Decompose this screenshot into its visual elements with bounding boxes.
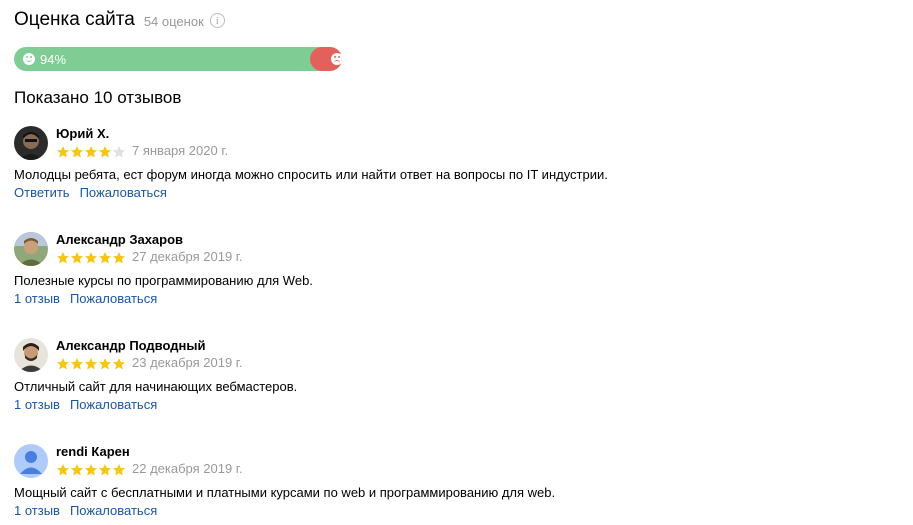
star-filled-icon (57, 146, 69, 158)
star-filled-icon (113, 358, 125, 370)
review-text: Молодцы ребята, ест форум иногда можно с… (14, 167, 608, 182)
star-filled-icon (85, 146, 97, 158)
avatar[interactable] (14, 444, 48, 478)
smile-icon (23, 53, 35, 65)
star-filled-icon (71, 252, 83, 264)
star-filled-icon (99, 146, 111, 158)
review-actions: 1 отзыв Пожаловаться (14, 503, 167, 518)
star-filled-icon (99, 358, 111, 370)
star-filled-icon (57, 464, 69, 476)
review-text: Мощный сайт с бесплатными и платными кур… (14, 485, 556, 500)
star-rating (56, 463, 126, 477)
review-text: Полезные курсы по программированию для W… (14, 273, 313, 288)
star-filled-icon (113, 252, 125, 264)
ratings-count: 54 оценок (143, 14, 204, 29)
reviews-count-link[interactable]: 1 отзыв (14, 291, 60, 306)
star-filled-icon (71, 464, 83, 476)
reviews-count-link[interactable]: 1 отзыв (14, 397, 60, 412)
avatar[interactable] (14, 232, 48, 266)
report-link[interactable]: Пожаловаться (70, 397, 157, 412)
reviewer-name[interactable]: Юрий Х. (56, 126, 109, 141)
star-filled-icon (57, 252, 69, 264)
info-icon[interactable]: i (209, 13, 225, 28)
avatar[interactable] (14, 126, 48, 160)
review-text: Отличный сайт для начинающих вебмастеров… (14, 379, 298, 394)
star-rating (56, 145, 126, 159)
rating-bar: 94% 6% (14, 47, 342, 71)
star-filled-icon (85, 252, 97, 264)
review-date: 23 декабря 2019 г. (132, 355, 243, 370)
negative-bar: 6% (310, 47, 342, 71)
review-actions: Ответить Пожаловаться (14, 185, 177, 200)
report-link[interactable]: Пожаловаться (70, 503, 157, 518)
sad-icon (331, 53, 342, 65)
star-filled-icon (57, 358, 69, 370)
star-filled-icon (113, 464, 125, 476)
positive-bar: 94% (14, 47, 322, 71)
reviewer-name[interactable]: Александр Подводный (56, 338, 205, 353)
star-empty-icon (113, 146, 125, 158)
report-link[interactable]: Пожаловаться (70, 291, 157, 306)
reviewer-name[interactable]: Александр Захаров (56, 232, 183, 247)
star-filled-icon (85, 464, 97, 476)
avatar[interactable] (14, 338, 48, 372)
report-link[interactable]: Пожаловаться (80, 185, 167, 200)
review-date: 7 января 2020 г. (132, 143, 229, 158)
review-actions: 1 отзыв Пожаловаться (14, 291, 167, 306)
reviewer-name[interactable]: rendi Карен (56, 444, 130, 459)
review-date: 27 декабря 2019 г. (132, 249, 243, 264)
star-filled-icon (71, 146, 83, 158)
star-filled-icon (99, 252, 111, 264)
review-actions: 1 отзыв Пожаловаться (14, 397, 167, 412)
reviews-shown-heading: Показано 10 отзывов (14, 88, 182, 107)
review-date: 22 декабря 2019 г. (132, 461, 243, 476)
star-filled-icon (99, 464, 111, 476)
reviews-count-link[interactable]: 1 отзыв (14, 503, 60, 518)
star-rating (56, 357, 126, 371)
page-title: Оценка сайта (14, 9, 135, 30)
star-filled-icon (85, 358, 97, 370)
rating-header: Оценка сайта 54 оценок i (14, 8, 225, 32)
star-rating (56, 251, 126, 265)
star-filled-icon (71, 358, 83, 370)
positive-percent: 94% (40, 51, 67, 67)
reply-link[interactable]: Ответить (14, 185, 70, 200)
